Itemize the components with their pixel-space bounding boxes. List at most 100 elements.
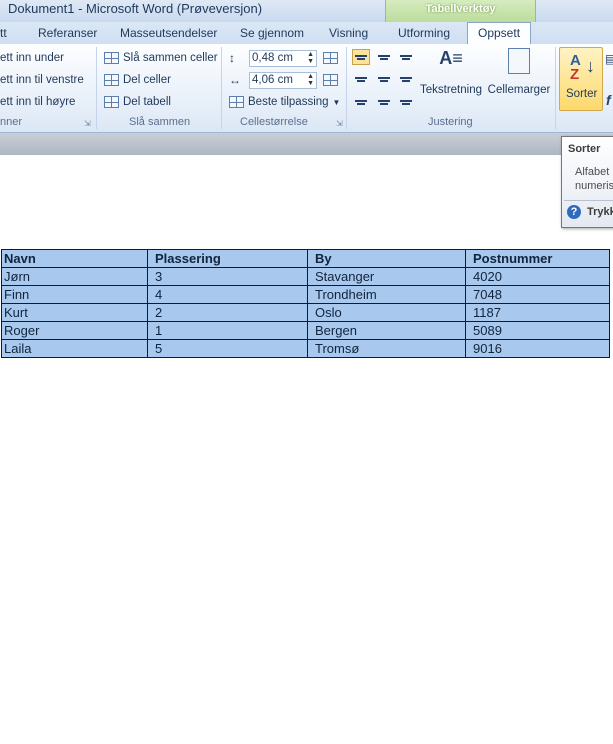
sort-arrow-icon: ↓ xyxy=(586,56,595,76)
header-cell[interactable]: Postnummer xyxy=(465,249,610,268)
tab-mailings[interactable]: Masseutsendelser xyxy=(120,26,217,40)
row-height-value: 0,48 cm xyxy=(252,52,293,64)
group-separator xyxy=(555,47,556,129)
ribbon: ett inn under ett inn til venstre ett in… xyxy=(0,44,613,133)
group-separator xyxy=(346,47,347,129)
table-cell[interactable]: Roger xyxy=(1,321,148,340)
table-row: Roger 1 Bergen 5089 xyxy=(1,321,610,340)
autofit-icon xyxy=(229,96,244,108)
text-direction-icon: A≡ xyxy=(439,48,463,68)
column-width-icon: ↔ xyxy=(229,73,241,87)
split-table-button[interactable]: Del tabell xyxy=(104,96,171,108)
spin-arrows-icon[interactable]: ▲ ▼ xyxy=(307,73,314,87)
align-middle-center-button[interactable] xyxy=(375,71,393,87)
cell-margins-icon xyxy=(508,48,530,74)
tab-references[interactable]: Referanser xyxy=(38,26,97,40)
header-cell[interactable]: Plassering xyxy=(147,249,308,268)
table-cell[interactable]: Trondheim xyxy=(307,285,466,304)
table-cell[interactable]: Bergen xyxy=(307,321,466,340)
group-separator xyxy=(221,47,222,129)
document-table[interactable]: Navn Plassering By Postnummer Jørn 3 Sta… xyxy=(1,249,610,358)
split-cells-button[interactable]: Del celler xyxy=(104,74,171,86)
insert-right-button[interactable]: ett inn til høyre xyxy=(0,96,75,108)
table-cell[interactable]: 4020 xyxy=(465,267,610,286)
dialog-launcher-icon[interactable]: ⇲ xyxy=(84,119,91,128)
table-cell[interactable]: 5 xyxy=(147,339,308,358)
table-header-row: Navn Plassering By Postnummer xyxy=(1,249,610,268)
table-cell[interactable]: 2 xyxy=(147,303,308,322)
table-cell[interactable]: 9016 xyxy=(465,339,610,358)
tooltip-body: Alfabet numeris xyxy=(575,165,613,193)
split-table-label: Del tabell xyxy=(123,96,171,108)
tooltip-body-line: Alfabet xyxy=(575,166,610,178)
tab-review[interactable]: Se gjennom xyxy=(240,26,304,40)
column-width-value: 4,06 cm xyxy=(252,74,293,86)
dialog-launcher-icon[interactable]: ⇲ xyxy=(336,119,343,128)
chevron-down-icon: ▼ xyxy=(332,97,341,107)
split-cells-label: Del celler xyxy=(123,74,171,86)
align-middle-right-button[interactable] xyxy=(397,71,415,87)
autofit-dropdown[interactable]: Beste tilpassing ▼ xyxy=(229,96,340,108)
sort-button[interactable]: AZ ↓ Sorter xyxy=(559,47,603,111)
table-row: Jørn 3 Stavanger 4020 xyxy=(1,267,610,286)
tab-design[interactable]: Utforming xyxy=(398,26,450,40)
distribute-columns-icon[interactable] xyxy=(323,74,338,86)
insert-right-label: ett inn til høyre xyxy=(0,96,76,108)
merge-cells-button[interactable]: Slå sammen celler xyxy=(104,52,218,64)
spin-arrows-icon[interactable]: ▲ ▼ xyxy=(307,51,314,65)
insert-left-button[interactable]: ett inn til venstre xyxy=(0,74,84,86)
column-width-input[interactable]: 4,06 cm ▲ ▼ xyxy=(249,72,317,89)
tab-layout[interactable]: Oppsett xyxy=(467,22,532,44)
cell-margins-label: Cellemarger xyxy=(487,84,551,96)
table-cell[interactable]: Jørn xyxy=(1,267,148,286)
table-cell[interactable]: 4 xyxy=(147,285,308,304)
align-bottom-right-button[interactable] xyxy=(397,94,415,110)
cell-size-group-label: Cellestørrelse xyxy=(240,116,308,128)
ribbon-tabs: tt Referanser Masseutsendelser Se gjenno… xyxy=(0,22,613,45)
tooltip-body-line: numeris xyxy=(575,180,613,192)
tooltip-help-text: Trykk xyxy=(587,206,613,218)
insert-below-button[interactable]: ett inn under xyxy=(0,52,64,64)
cell-margins-button[interactable]: Cellemarger xyxy=(486,48,552,96)
sort-tooltip: Sorter Alfabet numeris ? Trykk xyxy=(561,136,613,228)
table-row: Kurt 2 Oslo 1187 xyxy=(1,303,610,322)
merge-group-label: Slå sammen xyxy=(129,116,191,128)
row-height-icon: ↕ xyxy=(229,51,235,65)
table-cell[interactable]: 5089 xyxy=(465,321,610,340)
table-row: Laila 5 Tromsø 9016 xyxy=(1,339,610,358)
table-cell[interactable]: Laila xyxy=(1,339,148,358)
align-top-right-button[interactable] xyxy=(397,49,415,65)
table-cell[interactable]: 1 xyxy=(147,321,308,340)
tooltip-title: Sorter xyxy=(568,143,601,155)
header-cell[interactable]: By xyxy=(307,249,466,268)
align-bottom-left-button[interactable] xyxy=(352,94,370,110)
align-top-left-button[interactable] xyxy=(352,49,370,65)
align-top-center-button[interactable] xyxy=(375,49,393,65)
sort-az-icon: AZ xyxy=(570,52,581,83)
repeat-header-icon[interactable]: ▤ xyxy=(605,52,613,66)
split-table-icon xyxy=(104,96,119,108)
table-cell[interactable]: Stavanger xyxy=(307,267,466,286)
table-cell[interactable]: 7048 xyxy=(465,285,610,304)
align-middle-left-button[interactable] xyxy=(352,71,370,87)
table-cell[interactable]: Oslo xyxy=(307,303,466,322)
formula-icon[interactable]: f xyxy=(606,92,611,108)
text-direction-button[interactable]: A≡ Tekstretning xyxy=(418,48,484,96)
table-tools-context-label: Tabellverktøy xyxy=(385,0,536,22)
tab-insert-partial[interactable]: tt xyxy=(0,26,7,40)
tab-view[interactable]: Visning xyxy=(329,26,368,40)
table-cell[interactable]: Kurt xyxy=(1,303,148,322)
header-cell[interactable]: Navn xyxy=(1,249,148,268)
text-direction-label: Tekstretning xyxy=(419,84,482,96)
align-bottom-center-button[interactable] xyxy=(375,94,393,110)
table-cell[interactable]: Tromsø xyxy=(307,339,466,358)
merge-cells-icon xyxy=(104,52,119,64)
help-icon: ? xyxy=(567,205,581,219)
table-row: Finn 4 Trondheim 7048 xyxy=(1,285,610,304)
alignment-group-label: Justering xyxy=(428,116,473,128)
distribute-rows-icon[interactable] xyxy=(323,52,338,64)
table-cell[interactable]: 3 xyxy=(147,267,308,286)
table-cell[interactable]: Finn xyxy=(1,285,148,304)
table-cell[interactable]: 1187 xyxy=(465,303,610,322)
row-height-input[interactable]: 0,48 cm ▲ ▼ xyxy=(249,50,317,67)
